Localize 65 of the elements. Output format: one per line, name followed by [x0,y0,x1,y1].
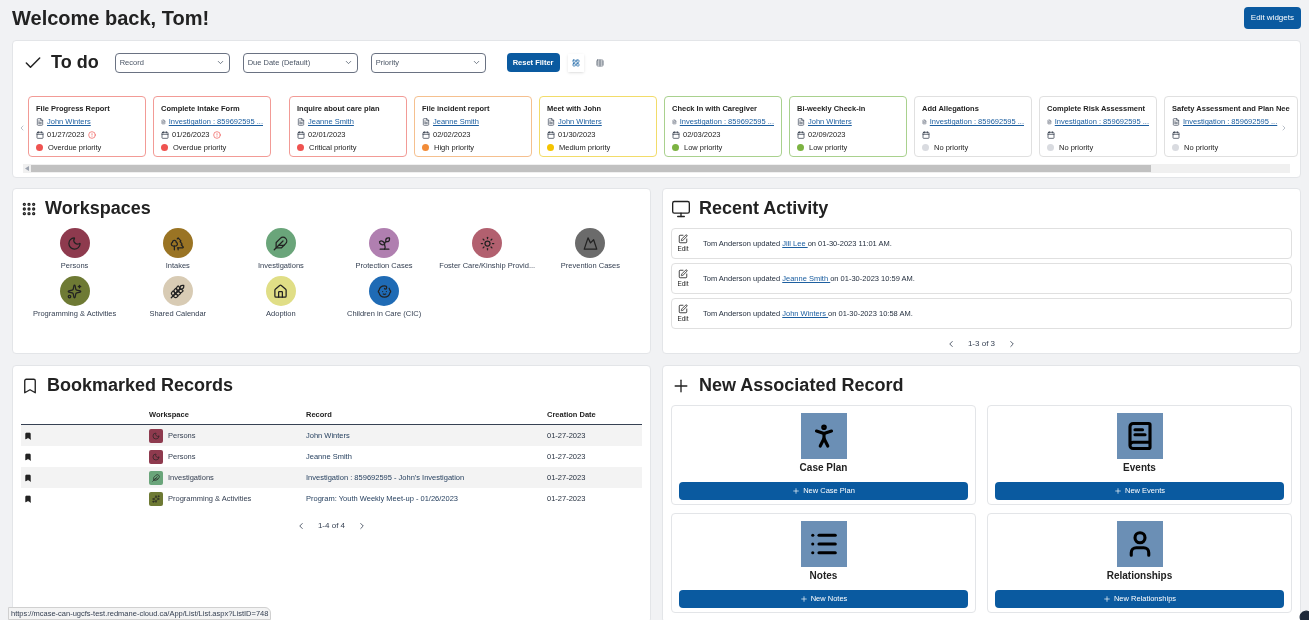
calendar-icon [797,130,805,139]
bookmark-icon[interactable] [24,452,32,461]
calendar-icon [36,130,44,139]
feather-icon [273,235,289,251]
workspace-tile[interactable] [59,228,90,258]
grid-dots-icon [21,200,37,217]
record-type-title: Events [1123,461,1156,475]
edit-icon[interactable] [678,268,688,279]
plus-icon [1114,487,1122,495]
wheat-icon [170,283,186,299]
plus-icon [1102,595,1111,603]
calendar-icon [672,130,680,139]
grid-icon [571,58,580,67]
workspace-tile[interactable] [162,276,193,307]
edit-widgets-button[interactable]: Edit widgets [1243,6,1301,29]
bookmark-icon[interactable] [24,473,32,482]
sun-icon [479,235,495,251]
page-title: Welcome back, Tom! [12,5,210,31]
workspace-tile[interactable] [369,228,400,258]
caret-icon [343,58,353,67]
horizontal-scrollbar[interactable] [23,164,1290,173]
monitor-icon [671,198,691,219]
page-count: 1-4 of 4 [317,520,346,532]
scrollbar-thumb[interactable] [31,165,1151,172]
table-icon [595,58,604,67]
section-title: To do [51,51,99,74]
calendar-icon [1047,130,1055,139]
bookmark-icon [21,376,39,395]
stars-icon [67,283,83,299]
caret-icon [471,58,481,67]
bookmark-icon[interactable] [24,494,32,503]
calendar-icon [922,130,930,139]
section-title: Workspaces [45,197,151,220]
workspace-tile[interactable] [472,228,503,258]
workspace-tile[interactable] [59,276,90,307]
calendar-icon [297,130,305,139]
edit-icon[interactable] [678,303,688,314]
bookmark-icon[interactable] [24,431,32,440]
record-type-title: Relationships [1106,569,1173,583]
mountain-icon [582,235,598,251]
workspace-tile[interactable] [265,228,296,258]
sprout-icon [376,235,392,251]
section-title: Recent Activity [699,197,829,220]
calendar-icon [161,130,169,139]
trees-icon [170,235,186,251]
record-type-title: Case Plan [799,461,848,475]
plus-icon [799,595,808,603]
grid-view-toggle[interactable] [567,53,584,72]
workspace-tile[interactable] [575,228,606,258]
calendar-icon [422,130,430,139]
workspace-tile[interactable] [369,276,400,307]
edit-icon[interactable] [678,233,688,244]
calendar-icon [547,130,555,139]
child-icon [376,283,392,299]
plus-icon [792,487,801,495]
page-count: 1-3 of 3 [967,338,996,350]
caret-icon [215,58,225,67]
workspace-tile[interactable] [162,228,193,258]
workspace-tile[interactable] [265,276,296,307]
moon-icon [67,235,83,251]
record-type-title: Notes [809,569,838,583]
house-icon [273,283,289,299]
section-title: Bookmarked Records [47,374,234,397]
calendar-icon [1172,130,1180,139]
section-title: New Associated Record [699,374,904,397]
